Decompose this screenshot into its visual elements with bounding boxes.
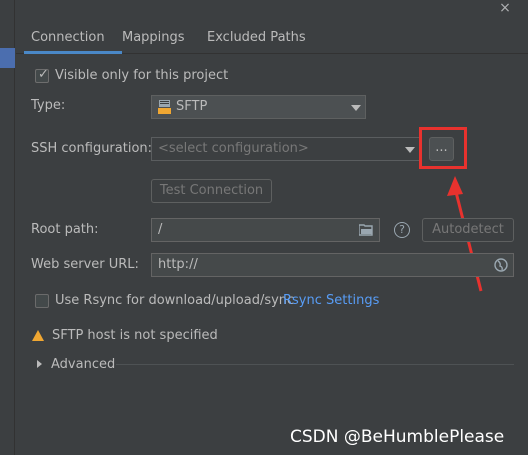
test-connection-button[interactable]: Test Connection: [151, 179, 272, 203]
chevron-down-icon: [351, 105, 361, 111]
type-select[interactable]: SFTP: [151, 95, 366, 119]
tab-mappings[interactable]: Mappings: [122, 24, 185, 54]
advanced-divider: [116, 364, 514, 365]
tab-connection[interactable]: Connection: [31, 24, 105, 54]
use-rsync-label: Use Rsync for download/upload/sync: [55, 293, 295, 308]
web-server-url-input[interactable]: http://: [151, 253, 514, 277]
root-path-input[interactable]: /: [151, 218, 380, 242]
root-path-value: /: [158, 222, 163, 237]
folder-icon[interactable]: [358, 223, 373, 240]
sidebar-selected-item[interactable]: [0, 48, 15, 68]
ssh-config-placeholder: <select configuration>: [158, 141, 309, 156]
ssh-config-label: SSH configuration:: [31, 141, 153, 156]
type-label: Type:: [31, 98, 66, 113]
visible-only-label: Visible only for this project: [55, 68, 229, 83]
warning-text: SFTP host is not specified: [52, 328, 218, 343]
watermark-text: CSDN @BeHumblePlease: [290, 427, 505, 447]
web-server-url-label: Web server URL:: [31, 257, 139, 272]
advanced-section-toggle[interactable]: Advanced: [51, 357, 115, 372]
help-icon[interactable]: ?: [394, 222, 410, 238]
expand-arrow-icon[interactable]: [37, 360, 42, 368]
autodetect-button[interactable]: Autodetect: [422, 218, 514, 242]
sftp-icon: [158, 100, 171, 114]
close-icon[interactable]: ×: [494, 0, 516, 16]
rsync-settings-link[interactable]: Rsync Settings: [283, 293, 379, 308]
tab-excluded-paths[interactable]: Excluded Paths: [207, 24, 306, 54]
warning-icon: [32, 330, 44, 341]
tab-bar: Connection Mappings Excluded Paths: [16, 24, 528, 54]
web-server-url-value: http://: [158, 257, 198, 272]
chevron-down-icon: [405, 147, 415, 153]
visible-only-checkbox[interactable]: ✓: [35, 67, 49, 83]
annotation-highlight-box: [419, 127, 467, 169]
ssh-config-select[interactable]: <select configuration>: [151, 137, 420, 161]
use-rsync-checkbox[interactable]: [35, 294, 49, 308]
root-path-label: Root path:: [31, 222, 99, 237]
sidebar-strip: [0, 0, 15, 455]
checkmark-icon: ✓: [38, 67, 49, 82]
globe-icon[interactable]: [494, 258, 508, 276]
type-value: SFTP: [176, 99, 208, 114]
